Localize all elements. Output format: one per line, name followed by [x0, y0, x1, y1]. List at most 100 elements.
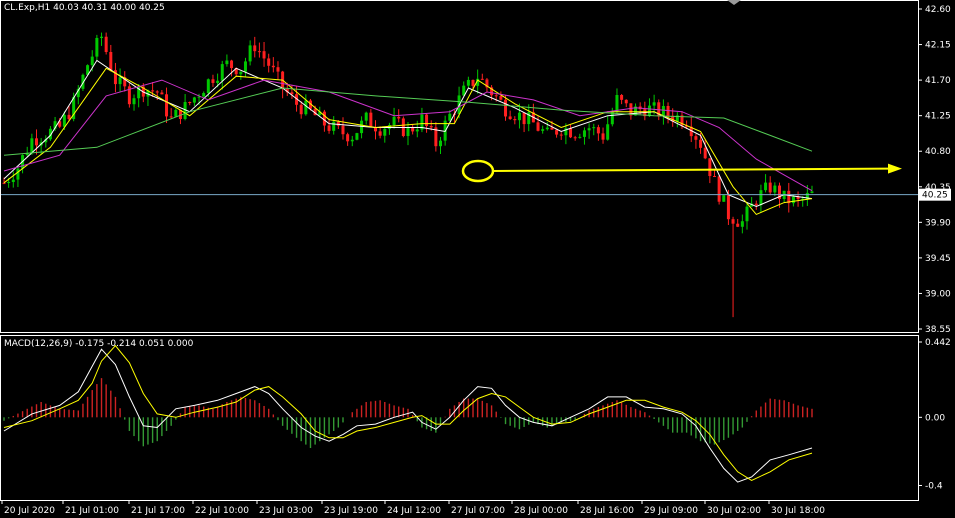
candle-body	[267, 58, 271, 66]
candle-body	[791, 196, 795, 204]
candle-body	[499, 96, 503, 100]
candle-body	[415, 129, 419, 132]
candle-body	[11, 179, 15, 183]
candle-body	[369, 112, 373, 128]
macd-axis-label: 0.00	[925, 413, 945, 423]
price-axis-label: 39.00	[925, 289, 951, 299]
candle-body	[606, 124, 610, 140]
current-price-label: 40.25	[922, 191, 948, 201]
time-axis-label: 23 Jul 03:00	[259, 506, 313, 516]
candle-body	[346, 134, 350, 142]
macd-header: MACD(12,26,9) -0.175 -0.214 0.051 0.000	[4, 339, 194, 349]
candle-body	[736, 223, 740, 227]
candle-body	[439, 140, 443, 147]
price-axis-label: 42.15	[925, 41, 951, 51]
candle-body	[253, 45, 257, 52]
candle-body	[513, 119, 517, 121]
candle-body	[740, 221, 744, 227]
candle-body	[355, 133, 359, 140]
time-axis-label: 28 Jul 16:00	[580, 506, 634, 516]
candle-body	[216, 80, 220, 83]
candle-body	[466, 79, 470, 86]
candle-body	[573, 137, 577, 139]
candle-body	[206, 79, 210, 94]
time-axis-label: 30 Jul 02:00	[707, 506, 761, 516]
candle-body	[764, 182, 768, 191]
candle-body	[494, 95, 498, 97]
time-axis-label: 21 Jul 17:00	[131, 506, 185, 516]
price-axis-label: 39.45	[925, 254, 951, 264]
candle-body	[332, 121, 336, 131]
candle-body	[100, 36, 104, 38]
candle-body	[569, 128, 573, 138]
candle-body	[35, 138, 39, 146]
candle-body	[768, 182, 772, 193]
candle-body	[299, 104, 303, 115]
candle-body	[406, 127, 410, 137]
candle-body	[378, 131, 382, 136]
candle-body	[555, 129, 559, 135]
candle-body	[118, 77, 122, 85]
candle-body	[90, 56, 94, 66]
candle-body	[336, 121, 340, 126]
candle-body	[587, 128, 591, 131]
candle-body	[364, 112, 368, 121]
candle-body	[647, 105, 651, 117]
candle-body	[30, 138, 34, 154]
price-axis-label: 41.25	[925, 112, 951, 122]
candle-body	[582, 130, 586, 137]
time-axis-label: 28 Jul 00:00	[514, 506, 568, 516]
candle-body	[211, 79, 215, 83]
macd-axis-label: -0.4	[925, 481, 943, 491]
trading-chart[interactable]: 42.6042.1541.7041.2540.8040.3539.9039.45…	[0, 0, 955, 518]
candle-body	[652, 102, 656, 106]
candle-body	[322, 111, 326, 126]
candle-body	[192, 97, 196, 103]
candle-body	[387, 125, 391, 129]
price-axis-label: 40.80	[925, 147, 951, 157]
candle-body	[257, 51, 261, 53]
candle-body	[759, 190, 763, 206]
time-axis-label: 23 Jul 19:00	[324, 506, 378, 516]
candle-body	[429, 126, 433, 128]
candle-body	[536, 122, 540, 131]
candle-body	[508, 116, 512, 120]
candle-body	[754, 203, 758, 206]
candle-body	[703, 147, 707, 159]
candle-body	[411, 127, 415, 132]
candle-body	[545, 127, 549, 130]
time-axis-label: 21 Jul 01:00	[65, 506, 119, 516]
candle-body	[722, 195, 726, 202]
price-axis-label: 38.55	[925, 325, 951, 335]
time-axis-label: 20 Jul 2020	[4, 506, 55, 516]
price-axis-label: 42.60	[925, 5, 951, 15]
candle-body	[271, 65, 275, 68]
time-axis-label: 22 Jul 10:00	[195, 506, 249, 516]
candle-body	[773, 185, 777, 193]
time-axis-label: 24 Jul 12:00	[387, 506, 441, 516]
candle-body	[239, 71, 243, 75]
time-axis-label: 30 Jul 18:00	[771, 506, 825, 516]
candle-body	[109, 51, 113, 71]
candle-body	[392, 116, 396, 126]
candle-body	[327, 125, 331, 131]
candle-body	[160, 92, 164, 95]
candle-body	[699, 139, 703, 148]
price-axis-label: 39.90	[925, 218, 951, 228]
candle-body	[202, 93, 206, 97]
candle-body	[151, 90, 155, 92]
candle-body	[694, 136, 698, 140]
candle-body	[448, 113, 452, 121]
candle-body	[16, 168, 20, 180]
candle-body	[517, 112, 521, 121]
candle-body	[810, 191, 814, 193]
candle-body	[504, 99, 508, 117]
candle-body	[95, 37, 99, 57]
candle-body	[541, 129, 545, 131]
candle-body	[188, 102, 192, 104]
candle-body	[341, 125, 345, 135]
candle-body	[708, 158, 712, 177]
candle-body	[243, 61, 247, 72]
candle-body	[471, 79, 475, 86]
candle-body	[615, 94, 619, 112]
